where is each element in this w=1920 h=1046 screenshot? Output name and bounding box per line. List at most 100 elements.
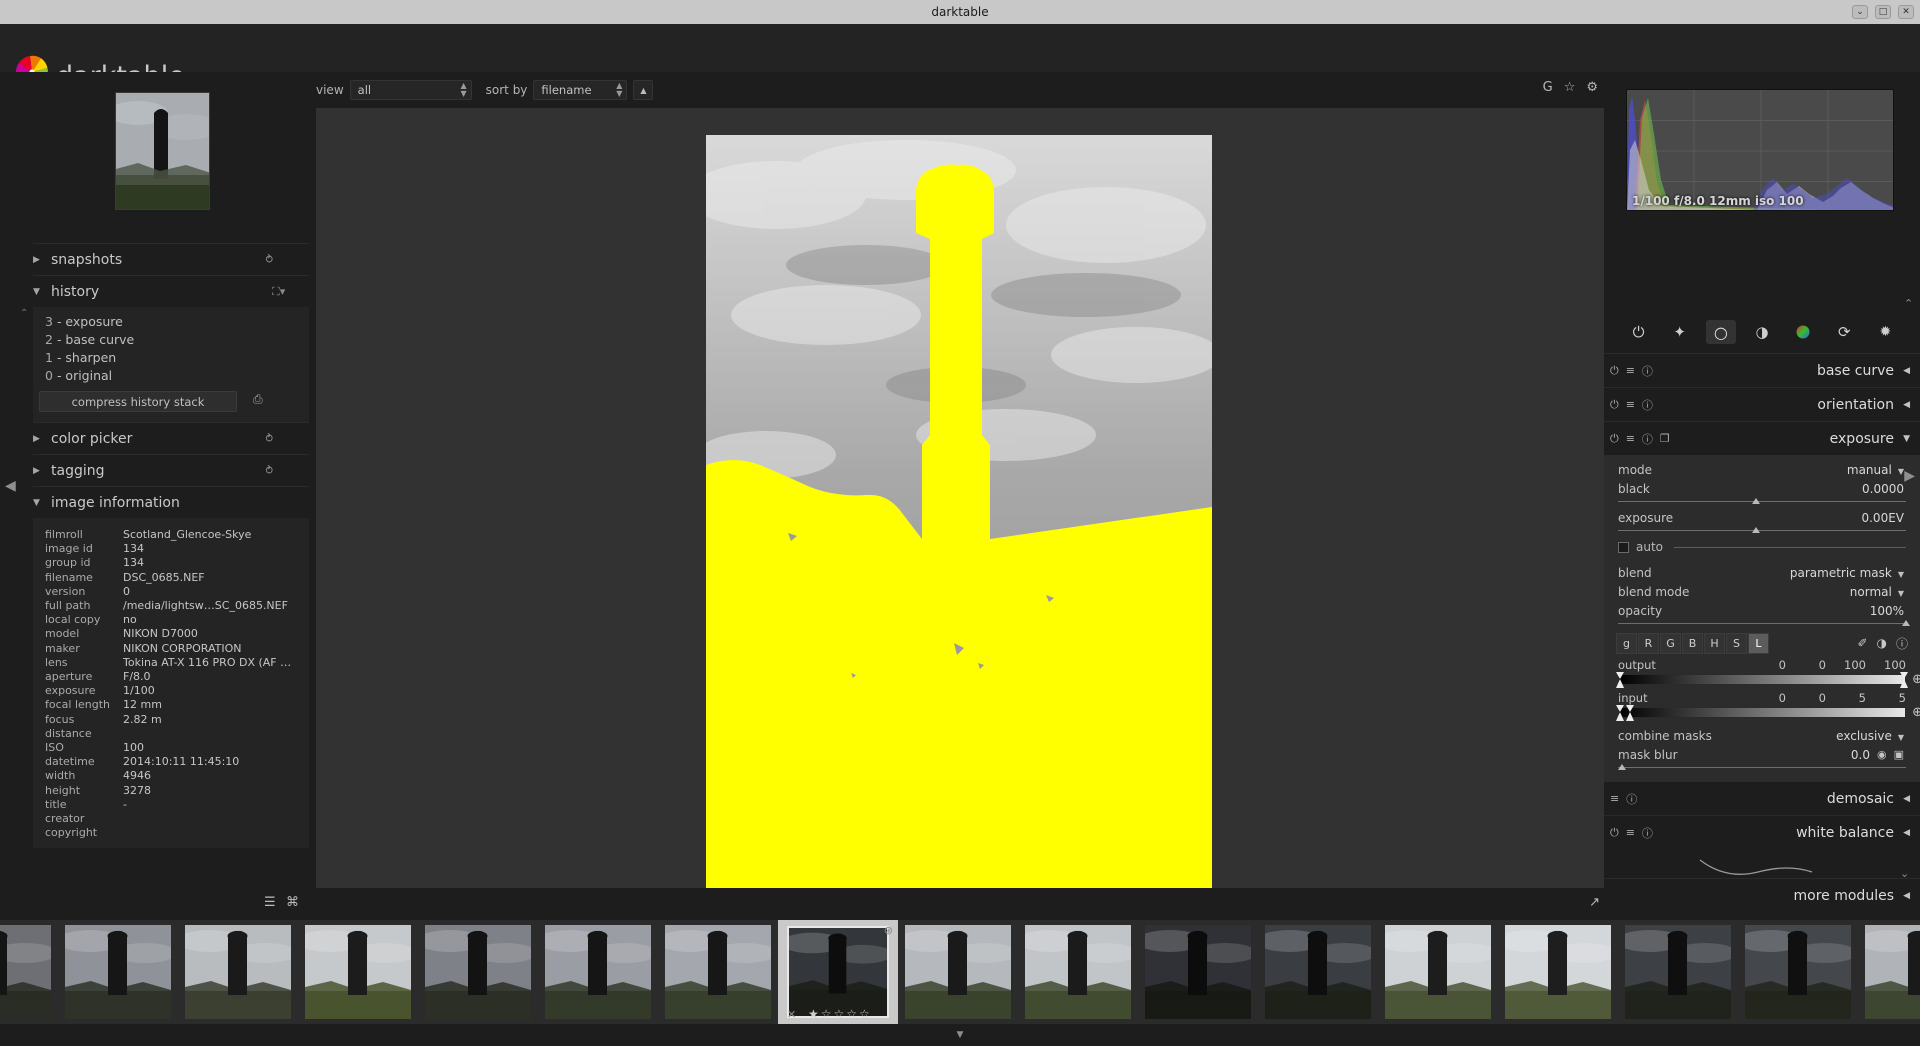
history-header[interactable]: ▼ history (33, 275, 309, 307)
close-button[interactable]: ✕ (1898, 5, 1914, 19)
main-image-preview[interactable] (706, 135, 1212, 897)
reset-icon[interactable]: ⓘ (1642, 431, 1653, 447)
module-orientation[interactable]: ⏻ ≡ ⓘ orientation ◀ (1604, 387, 1920, 421)
module-demosaic[interactable]: ≡ ⓘ demosaic ◀ (1604, 781, 1920, 815)
exposure-mode-row[interactable]: mode manual ▼ (1604, 460, 1920, 479)
minimize-button[interactable]: ⌄ (1852, 5, 1868, 19)
filmstrip-thumb[interactable] (298, 920, 418, 1024)
color-picker-header[interactable]: ▶ color picker ⥁ (33, 422, 309, 454)
input-gradient-slider[interactable]: ⊕ (1616, 705, 1920, 721)
history-item[interactable]: 3 - exposure (33, 313, 309, 331)
presets-menu-icon[interactable]: ≡ (1610, 792, 1619, 805)
channel-tab-S[interactable]: S (1726, 632, 1747, 654)
black-row[interactable]: black 0.0000 (1604, 479, 1920, 498)
history-item[interactable]: 2 - base curve (33, 331, 309, 349)
invert-polarity-icon[interactable]: ◑ (1877, 636, 1887, 650)
power-icon[interactable]: ⏻ (1610, 398, 1619, 412)
image-information-header[interactable]: ▼ image information (33, 486, 309, 518)
snapshots-header[interactable]: ▶ snapshots ⥁ (33, 243, 309, 275)
blend-mode-row[interactable]: blend mode normal ▼ (1604, 582, 1920, 601)
channel-tab-L[interactable]: L (1748, 632, 1769, 654)
color-picker-reset-icon[interactable]: ⥁ (265, 432, 273, 445)
filmstrip-thumb[interactable] (418, 920, 538, 1024)
color-group-icon[interactable] (1788, 320, 1818, 344)
compress-history-stack-button[interactable]: compress history stack (39, 391, 237, 412)
sort-by-select[interactable]: filename ▲ ▼ (533, 80, 628, 100)
correction-group-icon[interactable]: ⟳ (1829, 320, 1859, 344)
history-item[interactable]: 1 - sharpen (33, 349, 309, 367)
display-mask-eye-icon[interactable]: ◉ (1877, 748, 1887, 761)
opacity-slider[interactable] (1618, 620, 1910, 627)
history-item[interactable]: 0 - original (33, 367, 309, 385)
star-overlay-icon[interactable]: ☆ (1564, 80, 1576, 95)
opacity-slider-knob[interactable] (1902, 620, 1910, 626)
mask-blur-row[interactable]: mask blur 0.0 ◉ ▣ (1604, 745, 1920, 764)
effects-group-icon[interactable]: ✹ (1870, 320, 1900, 344)
output-gradient-slider[interactable]: ⊕ (1616, 672, 1920, 688)
multi-instance-icon[interactable]: ❐ (1660, 432, 1670, 445)
favorite-modules-icon[interactable]: ✦ (1665, 320, 1695, 344)
more-modules-header[interactable]: more modules ◀ (1604, 878, 1920, 912)
filmstrip-thumb[interactable] (1498, 920, 1618, 1024)
tagging-header[interactable]: ▶ tagging ⥁ (33, 454, 309, 486)
chevron-left-icon[interactable]: ◀ (1903, 366, 1910, 376)
power-icon[interactable]: ⏻ (1610, 364, 1619, 378)
filmstrip-thumb[interactable] (1858, 920, 1920, 1024)
reset-channel-icon[interactable]: ⓘ (1896, 635, 1908, 652)
right-panel-scroll-up-icon[interactable]: ⌃ (1904, 297, 1913, 310)
exposure-value-row[interactable]: exposure 0.00EV (1604, 508, 1920, 527)
reset-icon[interactable]: ⓘ (1642, 825, 1653, 841)
chevron-down-icon[interactable]: ▼ (1903, 434, 1910, 444)
preferences-gear-icon[interactable]: ⚙ (1586, 80, 1598, 95)
input-handle-second[interactable] (1626, 705, 1634, 721)
filmstrip-thumb[interactable] (1138, 920, 1258, 1024)
chevron-left-icon[interactable]: ◀ (1903, 891, 1910, 901)
filmstrip-thumb[interactable] (538, 920, 658, 1024)
black-slider-knob[interactable] (1752, 498, 1761, 504)
filmstrip[interactable]: ★☆☆☆☆ ✕ ⊛ (0, 916, 1920, 1030)
module-exposure[interactable]: ⏻ ≡ ⓘ ❐ exposure ▼ (1604, 421, 1920, 455)
tagging-reset-icon[interactable]: ⥁ (265, 464, 273, 477)
create-style-icon[interactable]: ⎙ (253, 392, 263, 407)
filmstrip-thumb[interactable] (1018, 920, 1138, 1024)
channel-tab-H[interactable]: H (1704, 632, 1725, 654)
color-picker-icon[interactable]: ✐ (1857, 636, 1867, 650)
auto-checkbox[interactable] (1618, 541, 1629, 553)
filmstrip-toggle-icon[interactable]: ☰ (264, 895, 276, 910)
thumbnail-star-rating[interactable]: ★☆☆☆☆ (808, 1007, 872, 1021)
filmstrip-thumb[interactable] (58, 920, 178, 1024)
filmstrip-thumb-selected[interactable]: ★☆☆☆☆ ✕ ⊛ (778, 920, 898, 1024)
chevron-left-icon[interactable]: ◀ (1903, 794, 1910, 804)
reset-icon[interactable]: ⓘ (1642, 397, 1653, 413)
filmstrip-thumb[interactable] (658, 920, 778, 1024)
reject-icon[interactable]: ✕ (787, 1008, 796, 1021)
left-panel-collapse-arrow[interactable]: ◀ (5, 478, 16, 494)
combine-masks-row[interactable]: combine masks exclusive ▼ (1604, 726, 1920, 745)
power-icon[interactable]: ⏻ (1610, 432, 1619, 446)
snapshots-reset-icon[interactable]: ⥁ (265, 253, 273, 266)
duplicate-manager-icon[interactable]: ⌘ (286, 895, 299, 910)
filmstrip-thumb[interactable] (898, 920, 1018, 1024)
active-modules-icon[interactable]: ⏻ (1624, 320, 1654, 344)
view-filter-select[interactable]: all ▲ ▼ (349, 80, 472, 100)
add-output-node-icon[interactable]: ⊕ (1912, 672, 1920, 687)
chevron-left-icon[interactable]: ◀ (1903, 828, 1910, 838)
group-icon[interactable]: ⊛ (884, 924, 893, 937)
filmstrip-thumb[interactable] (1258, 920, 1378, 1024)
mask-blur-slider-knob[interactable] (1618, 764, 1626, 770)
channel-tab-g[interactable]: g (1616, 632, 1637, 654)
presets-menu-icon[interactable]: ≡ (1626, 364, 1635, 377)
fullscreen-preview-icon[interactable]: ↗ (1589, 895, 1600, 910)
filmstrip-thumb[interactable] (0, 920, 58, 1024)
blend-row[interactable]: blend parametric mask ▼ (1604, 563, 1920, 582)
chevron-left-icon[interactable]: ◀ (1903, 400, 1910, 410)
auto-percentile-slider[interactable] (1674, 546, 1906, 548)
exposure-slider-knob[interactable] (1752, 527, 1761, 533)
presets-menu-icon[interactable]: ≡ (1626, 826, 1635, 839)
navigation-preview[interactable] (115, 92, 210, 210)
module-white-balance[interactable]: ⏻ ≡ ⓘ white balance ◀ (1604, 815, 1920, 849)
reset-icon[interactable]: ⓘ (1642, 363, 1653, 379)
filmstrip-resize-bar[interactable]: ▼ (0, 1030, 1920, 1046)
add-input-node-icon[interactable]: ⊕ (1912, 705, 1920, 720)
input-handle-left[interactable] (1616, 705, 1624, 721)
